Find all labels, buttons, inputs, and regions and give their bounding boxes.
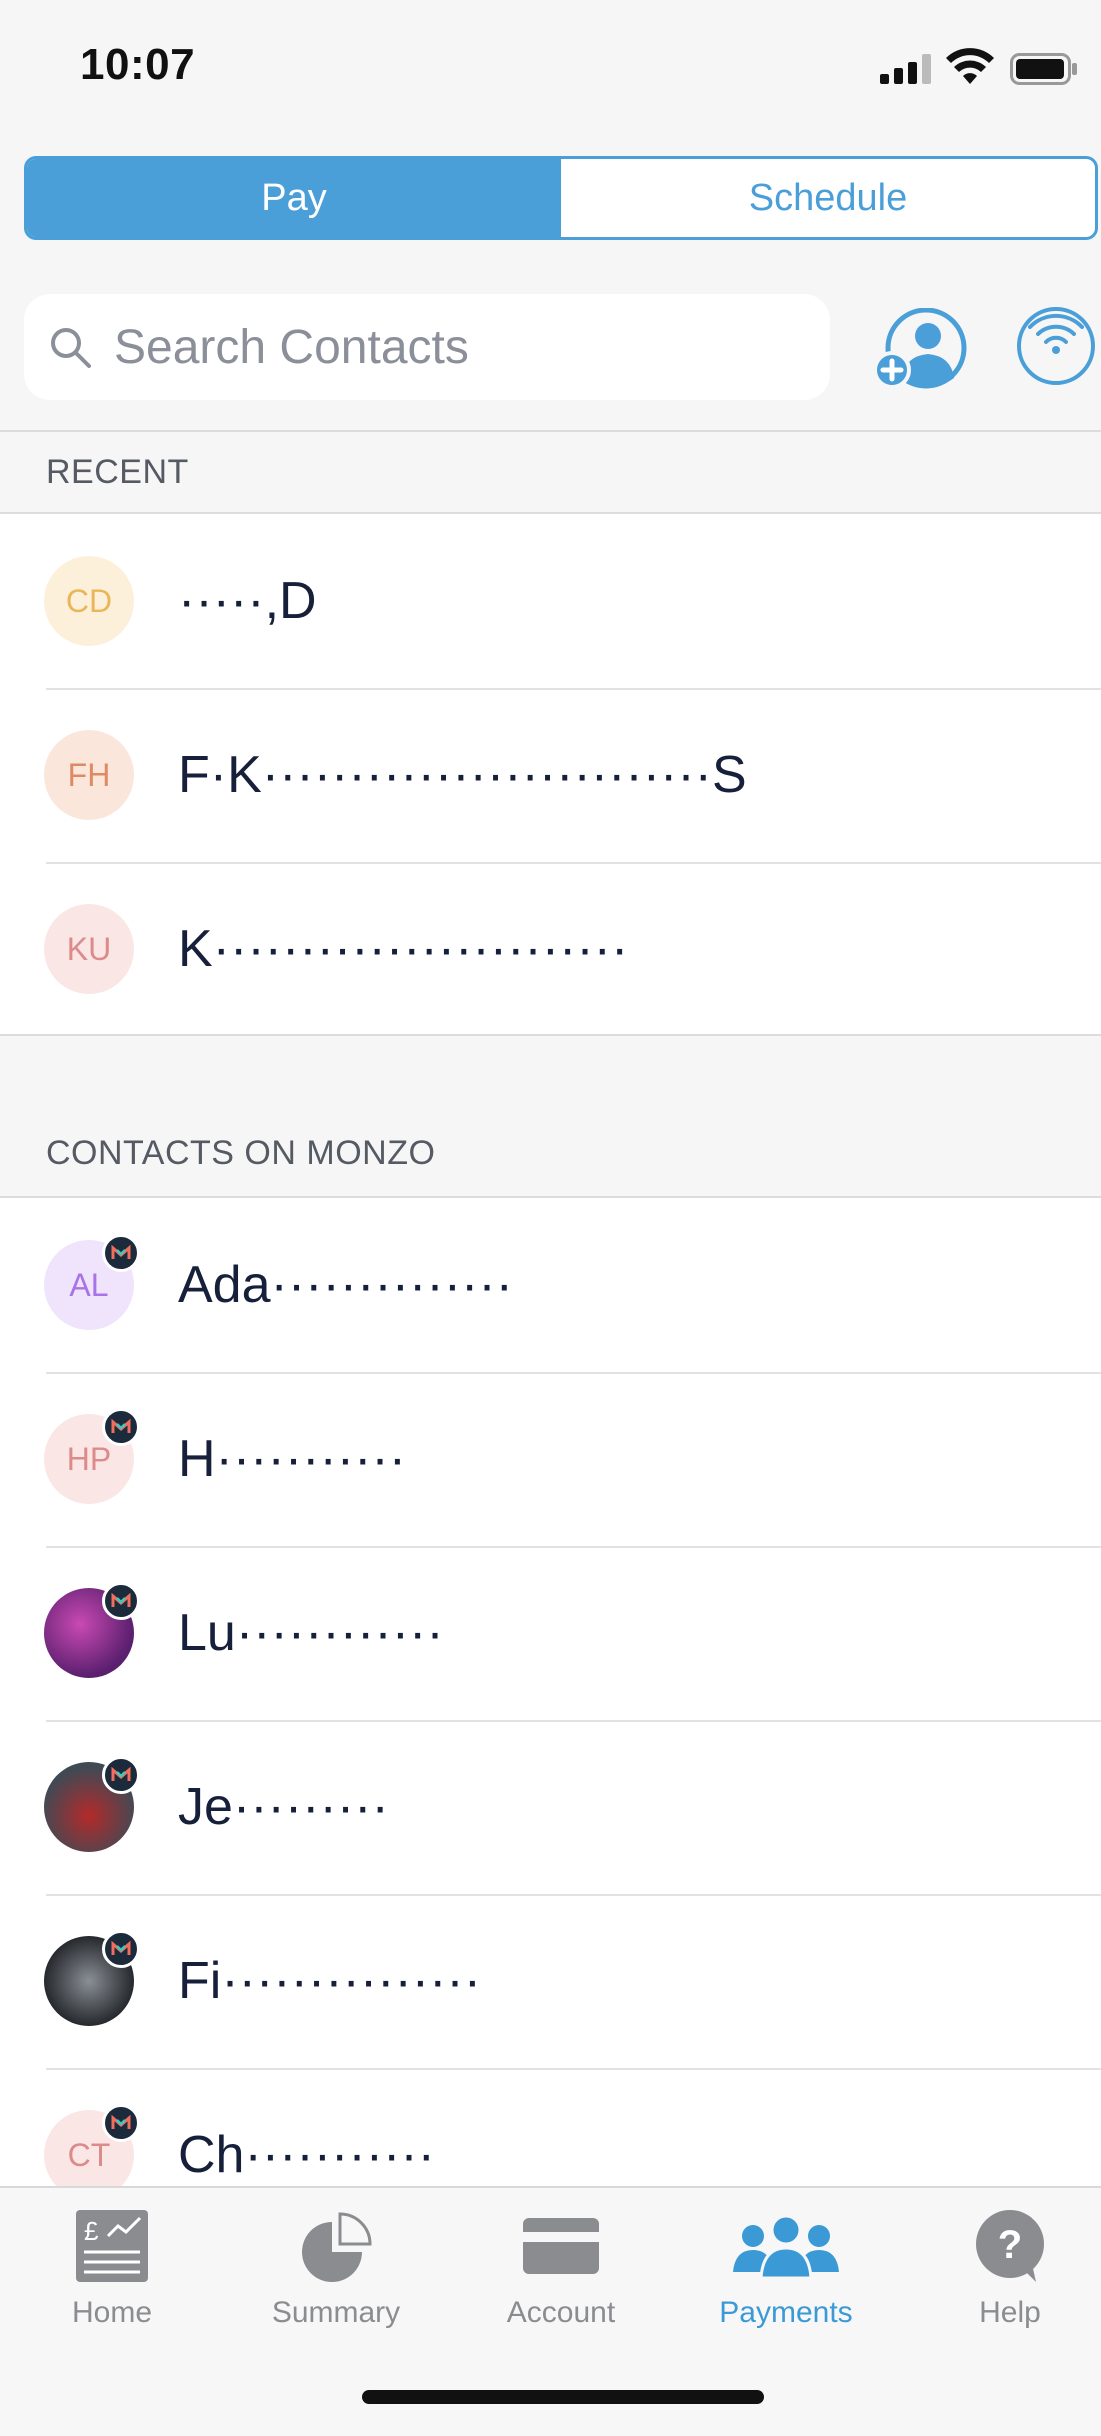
- tab-account-label: Account: [506, 2296, 616, 2329]
- contact-name: F·K··························S: [178, 746, 747, 804]
- tab-summary[interactable]: Summary: [236, 2208, 436, 2358]
- people-icon: [733, 2214, 839, 2280]
- monzo-badge-icon: [102, 1582, 140, 1620]
- search-icon: [51, 328, 91, 368]
- recent-contacts-list: CD ·····,D FH F·K·······················…: [0, 514, 1101, 1036]
- contact-name: Ada··············: [178, 1256, 513, 1314]
- monzo-badge-icon: [102, 1930, 140, 1968]
- contact-name: Lu············: [178, 1604, 444, 1662]
- recent-section-header: RECENT: [0, 430, 1101, 514]
- contact-name: Fi···············: [178, 1952, 482, 2010]
- wifi-icon: [946, 48, 994, 84]
- tab-schedule[interactable]: Schedule: [561, 159, 1095, 237]
- avatar: CD: [44, 556, 134, 646]
- contact-name: ·····,D: [178, 572, 317, 630]
- search-input[interactable]: [112, 318, 796, 376]
- tab-payments[interactable]: Payments: [686, 2208, 886, 2358]
- tab-summary-label: Summary: [271, 2296, 401, 2329]
- add-contact-icon[interactable]: [872, 308, 972, 394]
- avatar: FH: [44, 730, 134, 820]
- tab-help-label: Help: [979, 2296, 1041, 2329]
- contact-name: Ch···········: [178, 2126, 435, 2184]
- monzo-badge-icon: [102, 2104, 140, 2142]
- pay-schedule-segmented-control: Pay Schedule: [24, 156, 1098, 240]
- recent-contact-row[interactable]: CD ·····,D: [0, 514, 1101, 688]
- monzo-badge-icon: [102, 1234, 140, 1272]
- home-feed-icon: £: [76, 2210, 148, 2282]
- monzo-contact-row[interactable]: Lu············: [0, 1546, 1101, 1720]
- cellular-signal-icon: [880, 54, 931, 84]
- tab-payments-label: Payments: [719, 2296, 853, 2329]
- pie-chart-icon: [302, 2212, 372, 2282]
- avatar: KU: [44, 904, 134, 994]
- battery-icon: [1010, 53, 1077, 85]
- monzo-contact-row[interactable]: Je·········: [0, 1720, 1101, 1894]
- monzo-contact-row[interactable]: Fi···············: [0, 1894, 1101, 2068]
- monzo-contact-row[interactable]: AL Ada··············: [0, 1198, 1101, 1372]
- tab-account[interactable]: Account: [461, 2208, 661, 2358]
- contact-name: Je·········: [178, 1778, 389, 1836]
- recent-contact-row[interactable]: KU K························: [0, 862, 1101, 1036]
- monzo-contact-row[interactable]: HP H···········: [0, 1372, 1101, 1546]
- tab-home-label: Home: [71, 2296, 153, 2329]
- status-time: 10:07: [80, 40, 196, 89]
- tab-help[interactable]: ? Help: [910, 2208, 1101, 2358]
- tab-pay[interactable]: Pay: [27, 159, 561, 237]
- monzo-contacts-list: AL Ada·············· HP H··········· Lu·…: [0, 1196, 1101, 2188]
- svg-text:£: £: [84, 2216, 99, 2246]
- monzo-badge-icon: [102, 1408, 140, 1446]
- contact-name: H···········: [178, 1430, 407, 1488]
- help-icon: ?: [976, 2210, 1044, 2282]
- nearby-payments-icon[interactable]: [1016, 306, 1096, 386]
- contact-name: K························: [178, 920, 629, 978]
- card-icon: [523, 2218, 599, 2274]
- search-bar[interactable]: [24, 294, 830, 400]
- recent-contact-row[interactable]: FH F·K··························S: [0, 688, 1101, 862]
- monzo-contacts-section-header: CONTACTS ON MONZO: [46, 1133, 436, 1172]
- home-indicator: [362, 2390, 764, 2404]
- monzo-contact-row[interactable]: CT Ch···········: [0, 2068, 1101, 2188]
- svg-text:?: ?: [998, 2223, 1022, 2267]
- tab-home[interactable]: £ Home: [12, 2208, 212, 2358]
- monzo-badge-icon: [102, 1756, 140, 1794]
